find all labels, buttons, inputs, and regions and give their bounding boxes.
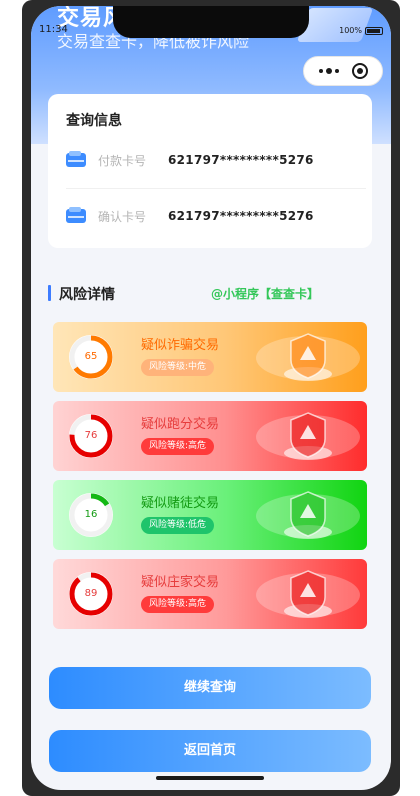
- card-icon: [66, 207, 86, 223]
- risk-score: 16: [84, 509, 98, 520]
- more-icon[interactable]: [318, 68, 339, 74]
- risk-card-banker[interactable]: 89 疑似庄家交易 风险等级:高危: [53, 559, 367, 629]
- miniprogram-capsule: [303, 56, 383, 86]
- continue-query-button[interactable]: 继续查询: [49, 667, 371, 709]
- risk-name: 疑似庄家交易: [141, 575, 220, 590]
- card-title: 查询信息: [66, 113, 122, 129]
- row-divider: [66, 188, 366, 189]
- risk-score: 65: [84, 351, 98, 362]
- payment-card-row: 付款卡号 621797*********5276: [66, 148, 356, 172]
- miniprogram-tag: @小程序【查查卡】: [211, 287, 320, 301]
- section-title: 风险详情: [59, 287, 115, 303]
- shield-illustration-icon: [256, 570, 360, 618]
- query-info-card: 查询信息 付款卡号 621797*********5276 确认卡号 62179…: [48, 94, 372, 248]
- back-home-button[interactable]: 返回首页: [49, 730, 371, 772]
- camera-notch: [113, 6, 309, 38]
- risk-card-fraud[interactable]: 65 疑似诈骗交易 风险等级:中危: [53, 322, 367, 392]
- confirm-card-label: 确认卡号: [98, 209, 147, 224]
- battery-icon: [365, 26, 383, 35]
- card-icon: [66, 151, 86, 167]
- risk-name: 疑似赌徒交易: [141, 496, 220, 511]
- confirm-card-number: 621797*********5276: [168, 209, 314, 223]
- section-accent-bar: [48, 285, 51, 301]
- risk-level-badge: 风险等级:高危: [141, 438, 215, 455]
- risk-score: 76: [84, 430, 98, 441]
- status-time: 11:34: [39, 24, 68, 35]
- status-indicators: 100%: [339, 26, 383, 35]
- risk-level-badge: 风险等级:高危: [141, 596, 215, 613]
- confirm-card-row: 确认卡号 621797*********5276: [66, 204, 356, 228]
- risk-score: 89: [84, 588, 98, 599]
- risk-level-badge: 风险等级:中危: [141, 359, 215, 376]
- close-miniprogram-icon[interactable]: [351, 63, 368, 79]
- risk-name: 疑似跑分交易: [141, 417, 220, 432]
- shield-illustration-icon: [256, 412, 360, 460]
- battery-percent: 100%: [339, 26, 362, 35]
- home-indicator[interactable]: [156, 776, 264, 780]
- payment-card-label: 付款卡号: [98, 153, 147, 168]
- app-screen: 交易风 交易查查卡，降低被诈风险 11:34 100% 查询信息 付款卡号 62…: [31, 6, 391, 790]
- risk-card-gambling[interactable]: 16 疑似赌徒交易 风险等级:低危: [53, 480, 367, 550]
- shield-illustration-icon: [256, 333, 360, 381]
- risk-level-badge: 风险等级:低危: [141, 517, 215, 534]
- shield-illustration-icon: [256, 491, 360, 539]
- payment-card-number: 621797*********5276: [168, 153, 314, 167]
- risk-card-scoring[interactable]: 76 疑似跑分交易 风险等级:高危: [53, 401, 367, 471]
- risk-name: 疑似诈骗交易: [141, 338, 220, 353]
